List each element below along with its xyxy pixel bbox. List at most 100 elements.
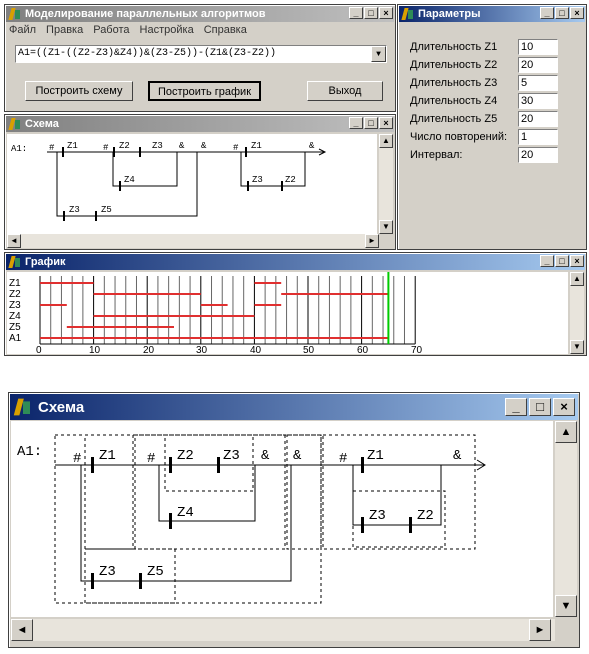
menu-help[interactable]: Справка xyxy=(204,24,247,36)
token-z1-b: Z1 xyxy=(367,448,384,464)
minimize-button[interactable]: _ xyxy=(540,255,554,267)
main-window-title: Моделирование параллельных алгоритмов xyxy=(25,8,266,20)
param-input-z4[interactable]: 30 xyxy=(518,93,558,109)
bar-z4 xyxy=(93,315,255,317)
bar-z2 xyxy=(281,293,389,295)
maximize-button[interactable]: □ xyxy=(529,398,551,416)
param-input-z2[interactable]: 20 xyxy=(518,57,558,73)
scroll-down-button[interactable]: ▼ xyxy=(379,220,393,234)
params-window-title: Параметры xyxy=(418,8,481,20)
token-hash-3: # xyxy=(339,451,347,467)
scheme-large-hscroll[interactable]: ◄ ► xyxy=(11,619,555,641)
minimize-button[interactable]: _ xyxy=(540,7,554,19)
close-button[interactable]: × xyxy=(570,255,584,267)
graph-window-titlebar[interactable]: График xyxy=(6,254,585,270)
app-icon xyxy=(13,397,33,417)
tick-z1 xyxy=(91,457,94,473)
maximize-button[interactable]: □ xyxy=(555,7,569,19)
params-window: Параметры _ □ × Длительность Z1 10 Длите… xyxy=(397,4,587,250)
token-z2-a: Z2 xyxy=(177,448,194,464)
gantt-grid xyxy=(39,276,416,345)
row-label-a1: A1 xyxy=(9,333,22,344)
scroll-up-button[interactable]: ▲ xyxy=(570,272,584,286)
minimize-button[interactable]: _ xyxy=(505,398,527,416)
tick-z4 xyxy=(169,513,172,529)
maximize-button[interactable]: □ xyxy=(364,117,378,129)
x-tick-20: 20 xyxy=(143,345,155,354)
close-button[interactable]: × xyxy=(379,117,393,129)
gantt-bars xyxy=(40,272,390,344)
gantt-chart: Z1 Z2 Z3 Z4 Z5 A1 0 10 20 30 40 50 60 70 xyxy=(9,272,423,354)
token-z1-b: Z1 xyxy=(251,141,262,151)
maximize-button[interactable]: □ xyxy=(555,255,569,267)
param-input-z3[interactable]: 5 xyxy=(518,75,558,91)
token-z2-b: Z2 xyxy=(417,508,434,524)
scheme-small-titlebar[interactable]: Схема xyxy=(6,116,394,132)
menu-edit[interactable]: Правка xyxy=(46,24,83,36)
scheme-small-title: Схема xyxy=(25,118,59,130)
x-tick-0: 0 xyxy=(36,345,42,354)
close-button[interactable]: × xyxy=(570,7,584,19)
scroll-up-button[interactable]: ▲ xyxy=(379,134,393,148)
scheme-small-vscroll[interactable]: ▲ ▼ xyxy=(379,134,393,234)
close-button[interactable]: × xyxy=(553,398,575,416)
branch-z4 xyxy=(112,152,178,187)
close-button[interactable]: × xyxy=(379,7,393,19)
scroll-down-button[interactable]: ▼ xyxy=(570,340,584,354)
token-z1-a: Z1 xyxy=(99,448,116,464)
param-input-interval[interactable]: 20 xyxy=(518,147,558,163)
token-hash-1: # xyxy=(73,451,81,467)
scroll-left-button[interactable]: ◄ xyxy=(7,234,21,248)
param-label-z4: Длительность Z4 xyxy=(410,95,498,107)
x-tick-70: 70 xyxy=(411,345,423,354)
bar-a1 xyxy=(40,337,389,339)
token-z3-c: Z3 xyxy=(99,564,116,580)
param-input-z1[interactable]: 10 xyxy=(518,39,558,55)
menu-file[interactable]: Файл xyxy=(9,24,36,36)
tick-z2-b xyxy=(281,181,283,191)
scroll-down-button[interactable]: ▼ xyxy=(555,595,577,617)
bar-z2 xyxy=(93,293,201,295)
minimize-button[interactable]: _ xyxy=(349,117,363,129)
token-z3-a: Z3 xyxy=(223,448,240,464)
token-hash-2: # xyxy=(103,143,109,153)
main-window-titlebar[interactable]: Моделирование параллельных алгоритмов xyxy=(6,6,394,22)
tick-z1-b xyxy=(245,147,247,157)
scheme-large-vscroll[interactable]: ▲ ▼ xyxy=(555,421,577,617)
tick-z1 xyxy=(62,147,64,157)
token-z2-b: Z2 xyxy=(285,175,296,185)
scheme-large-titlebar[interactable]: Схема xyxy=(10,394,578,420)
app-icon xyxy=(8,117,22,131)
x-tick-10: 10 xyxy=(89,345,101,354)
menu-work[interactable]: Работа xyxy=(93,24,129,36)
scroll-up-button[interactable]: ▲ xyxy=(555,421,577,443)
token-hash-3: # xyxy=(233,143,239,153)
maximize-button[interactable]: □ xyxy=(364,7,378,19)
param-label-z5: Длительность Z5 xyxy=(410,113,498,125)
exit-button[interactable]: Выход xyxy=(307,81,383,101)
scheme-large-title: Схема xyxy=(38,398,85,416)
dropdown-arrow-icon[interactable]: ▼ xyxy=(371,46,386,62)
scroll-right-button[interactable]: ► xyxy=(529,619,551,641)
scheme-small-hscroll[interactable]: ◄ ► xyxy=(7,234,379,248)
token-z3-b: Z3 xyxy=(369,508,386,524)
bar-z5 xyxy=(66,326,174,328)
scheme-small-diagram: A1: # Z1 # Z2 Z3 & & # Z1 & Z4 Z3 Z2 Z3 … xyxy=(11,141,327,221)
graph-vscroll[interactable]: ▲ ▼ xyxy=(570,272,584,354)
scroll-right-button[interactable]: ► xyxy=(365,234,379,248)
menu-settings[interactable]: Настройка xyxy=(140,24,194,36)
expression-combobox[interactable]: A1=((Z1-((Z2-Z3)&Z4))&(Z3-Z5))-(Z1&(Z3-Z… xyxy=(15,45,387,63)
token-z3-a: Z3 xyxy=(152,141,163,151)
build-scheme-button[interactable]: Построить схему xyxy=(25,81,133,101)
minimize-button[interactable]: _ xyxy=(349,7,363,19)
app-icon xyxy=(8,7,22,21)
main-window: Моделирование параллельных алгоритмов _ … xyxy=(4,4,396,112)
tick-z3-c xyxy=(91,573,94,589)
x-tick-50: 50 xyxy=(303,345,315,354)
param-input-repeats[interactable]: 1 xyxy=(518,129,558,145)
row-label-z5: Z5 xyxy=(9,322,21,333)
token-and-1: & xyxy=(261,448,270,464)
param-input-z5[interactable]: 20 xyxy=(518,111,558,127)
scroll-left-button[interactable]: ◄ xyxy=(11,619,33,641)
build-graph-button[interactable]: Построить график xyxy=(148,81,261,101)
